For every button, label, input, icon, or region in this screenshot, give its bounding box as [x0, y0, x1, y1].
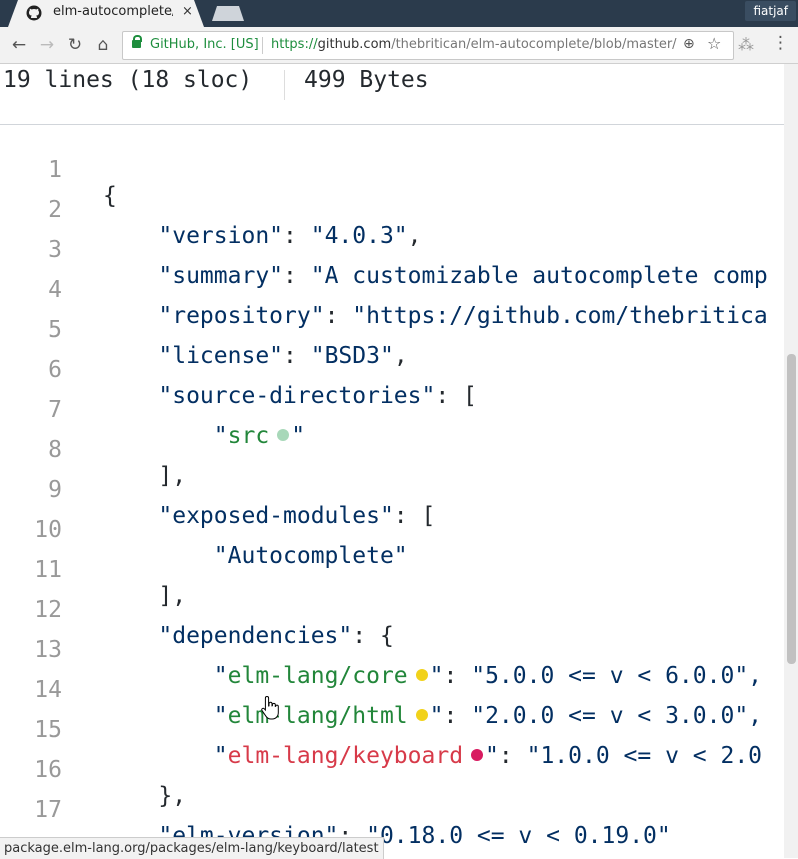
- code-line: 10 "Autocomplete": [0, 484, 784, 569]
- extension-icon[interactable]: ⁂: [738, 35, 754, 54]
- file-size: 499 Bytes: [304, 67, 429, 93]
- menu-icon[interactable]: ⋮: [772, 33, 789, 53]
- code-line: 7 "src ": [0, 364, 784, 449]
- code-view: 1 { 2 "version": "4.0.3", 3 "summary": "…: [0, 124, 784, 858]
- scrollbar-thumb[interactable]: [787, 354, 796, 664]
- tab-close-icon[interactable]: ×: [182, 4, 193, 19]
- bookmark-star-icon[interactable]: ☆: [707, 34, 721, 53]
- reload-icon[interactable]: ↻: [64, 34, 86, 56]
- code-line: 12 "dependencies": {: [0, 564, 784, 649]
- url-path: /thebritican/elm-autocomplete/blob/maste…: [391, 37, 677, 52]
- home-icon[interactable]: ⌂: [92, 34, 114, 56]
- back-icon[interactable]: ←: [8, 34, 30, 56]
- status-bar-url: package.elm-lang.org/packages/elm-lang/k…: [0, 837, 384, 859]
- forward-icon[interactable]: →: [36, 34, 58, 56]
- code-line: 9 "exposed-modules": [: [0, 444, 784, 529]
- zoom-icon[interactable]: ⊕: [683, 36, 695, 52]
- browser-toolbar: ← → ↻ ⌂ GitHub, Inc. [US] https://github…: [0, 27, 798, 64]
- address-bar[interactable]: GitHub, Inc. [US] https://github.com/the…: [122, 31, 734, 60]
- ev-certificate-label[interactable]: GitHub, Inc. [US]: [150, 37, 259, 52]
- code-line: 17 "elm-version": "0.18.0 <= v < 0.19.0": [0, 764, 784, 849]
- code-line: 11 ],: [0, 524, 784, 609]
- tab-active[interactable]: elm-autocomplete/e ×: [8, 0, 204, 27]
- url-host: github.com: [317, 37, 392, 52]
- code-line: 15 "elm-lang/keyboard ": "1.0.0 <= v < 2.…: [0, 684, 784, 769]
- file-line-count: 19 lines (18 sloc): [3, 67, 253, 93]
- code-line: 13 "elm-lang/core ": "5.0.0 <= v < 6.0.0"…: [0, 604, 784, 689]
- tab-strip: elm-autocomplete/e × fiatjaf: [0, 0, 798, 27]
- code-line: 4 "repository": "https://github.com/theb…: [0, 244, 784, 329]
- omnibox-divider: [262, 37, 263, 54]
- github-icon: [26, 5, 42, 21]
- code-line: 2 "version": "4.0.3",: [0, 164, 784, 249]
- tab-title: elm-autocomplete/e: [53, 4, 173, 19]
- code-line: 16 },: [0, 724, 784, 809]
- code-line: 5 "license": "BSD3",: [0, 284, 784, 369]
- code-line: 14 "elm-lang/html ": "2.0.0 <= v < 3.0.0"…: [0, 644, 784, 729]
- new-tab-button[interactable]: [212, 6, 244, 21]
- file-info-bar: 19 lines (18 sloc) 499 Bytes: [0, 64, 784, 125]
- code-line: 3 "summary": "A customizable autocomplet…: [0, 204, 784, 289]
- url-text[interactable]: https://github.com/thebritican/elm-autoc…: [271, 37, 677, 52]
- code-line: 6 "source-directories": [: [0, 324, 784, 409]
- profile-button[interactable]: fiatjaf: [745, 1, 796, 21]
- lock-icon: [132, 35, 142, 48]
- hand-cursor-icon: [261, 695, 279, 720]
- code-line: 1 {: [0, 124, 784, 209]
- code-line: 8 ],: [0, 404, 784, 489]
- file-info-divider: [284, 70, 285, 100]
- url-scheme: https://: [271, 37, 318, 52]
